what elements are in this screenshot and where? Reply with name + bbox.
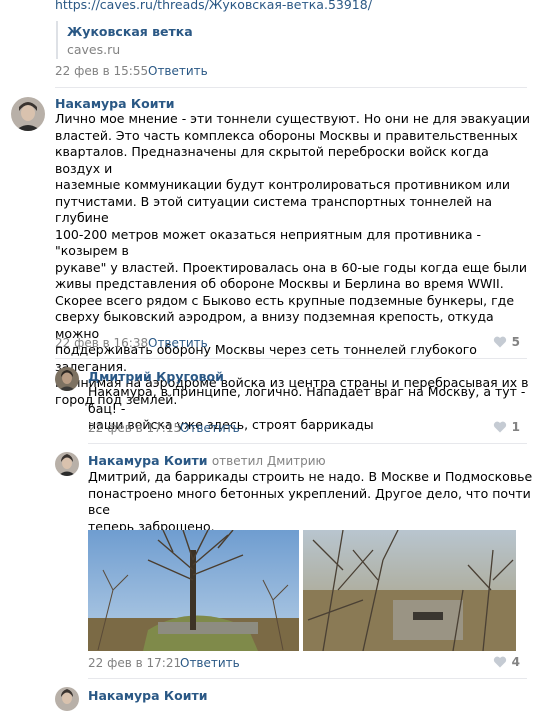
like-count: 4 <box>511 655 520 669</box>
separator <box>88 678 527 679</box>
separator <box>55 358 527 359</box>
avatar[interactable] <box>55 687 79 711</box>
like-count: 1 <box>511 420 520 434</box>
comment-text: Лично мое мнение - эти тоннели существую… <box>55 111 531 407</box>
photo-bunker-1[interactable] <box>88 530 299 651</box>
like-count: 5 <box>511 335 520 349</box>
comment-author[interactable]: Накамура Коити <box>88 688 207 703</box>
heart-icon <box>493 656 506 668</box>
comment-author[interactable]: Дмитрий Круговой <box>88 369 224 384</box>
comment-author-name[interactable]: Накамура Коити <box>88 453 207 468</box>
separator <box>88 443 527 444</box>
link-snippet-domain: caves.ru <box>67 42 121 57</box>
reply-button[interactable]: Ответить <box>180 421 240 435</box>
comment-date: 22 фев в 17:15 <box>88 421 182 435</box>
like-button[interactable]: 5 <box>493 335 520 349</box>
comment-author[interactable]: Накамура Коити ответил Дмитрию <box>88 453 326 468</box>
reply-button[interactable]: Ответить <box>148 336 208 350</box>
thread-url[interactable]: https://caves.ru/threads/Жуковская-ветка… <box>55 0 372 12</box>
comment-date: 22 фев в 16:38 <box>55 336 149 350</box>
avatar[interactable] <box>55 367 79 391</box>
heart-icon <box>493 421 506 433</box>
comment-text: Дмитрий, да баррикады строить не надо. В… <box>88 469 533 534</box>
replied-to[interactable]: ответил Дмитрию <box>212 454 326 468</box>
reply-button[interactable]: Ответить <box>148 64 208 78</box>
heart-icon <box>493 336 506 348</box>
like-button[interactable]: 4 <box>493 655 520 669</box>
avatar[interactable] <box>11 97 45 131</box>
comment-author[interactable]: Накамура Коити <box>55 96 174 111</box>
comment-date: 22 фев в 17:21 <box>88 656 182 670</box>
link-snippet-bar <box>56 21 58 59</box>
separator <box>55 87 527 88</box>
like-button[interactable]: 1 <box>493 420 520 434</box>
avatar[interactable] <box>55 452 79 476</box>
photo-bunker-2[interactable] <box>303 530 516 651</box>
reply-button[interactable]: Ответить <box>180 656 240 670</box>
post-date: 22 фев в 15:55 <box>55 64 149 78</box>
link-snippet-title[interactable]: Жуковская ветка <box>67 24 193 39</box>
